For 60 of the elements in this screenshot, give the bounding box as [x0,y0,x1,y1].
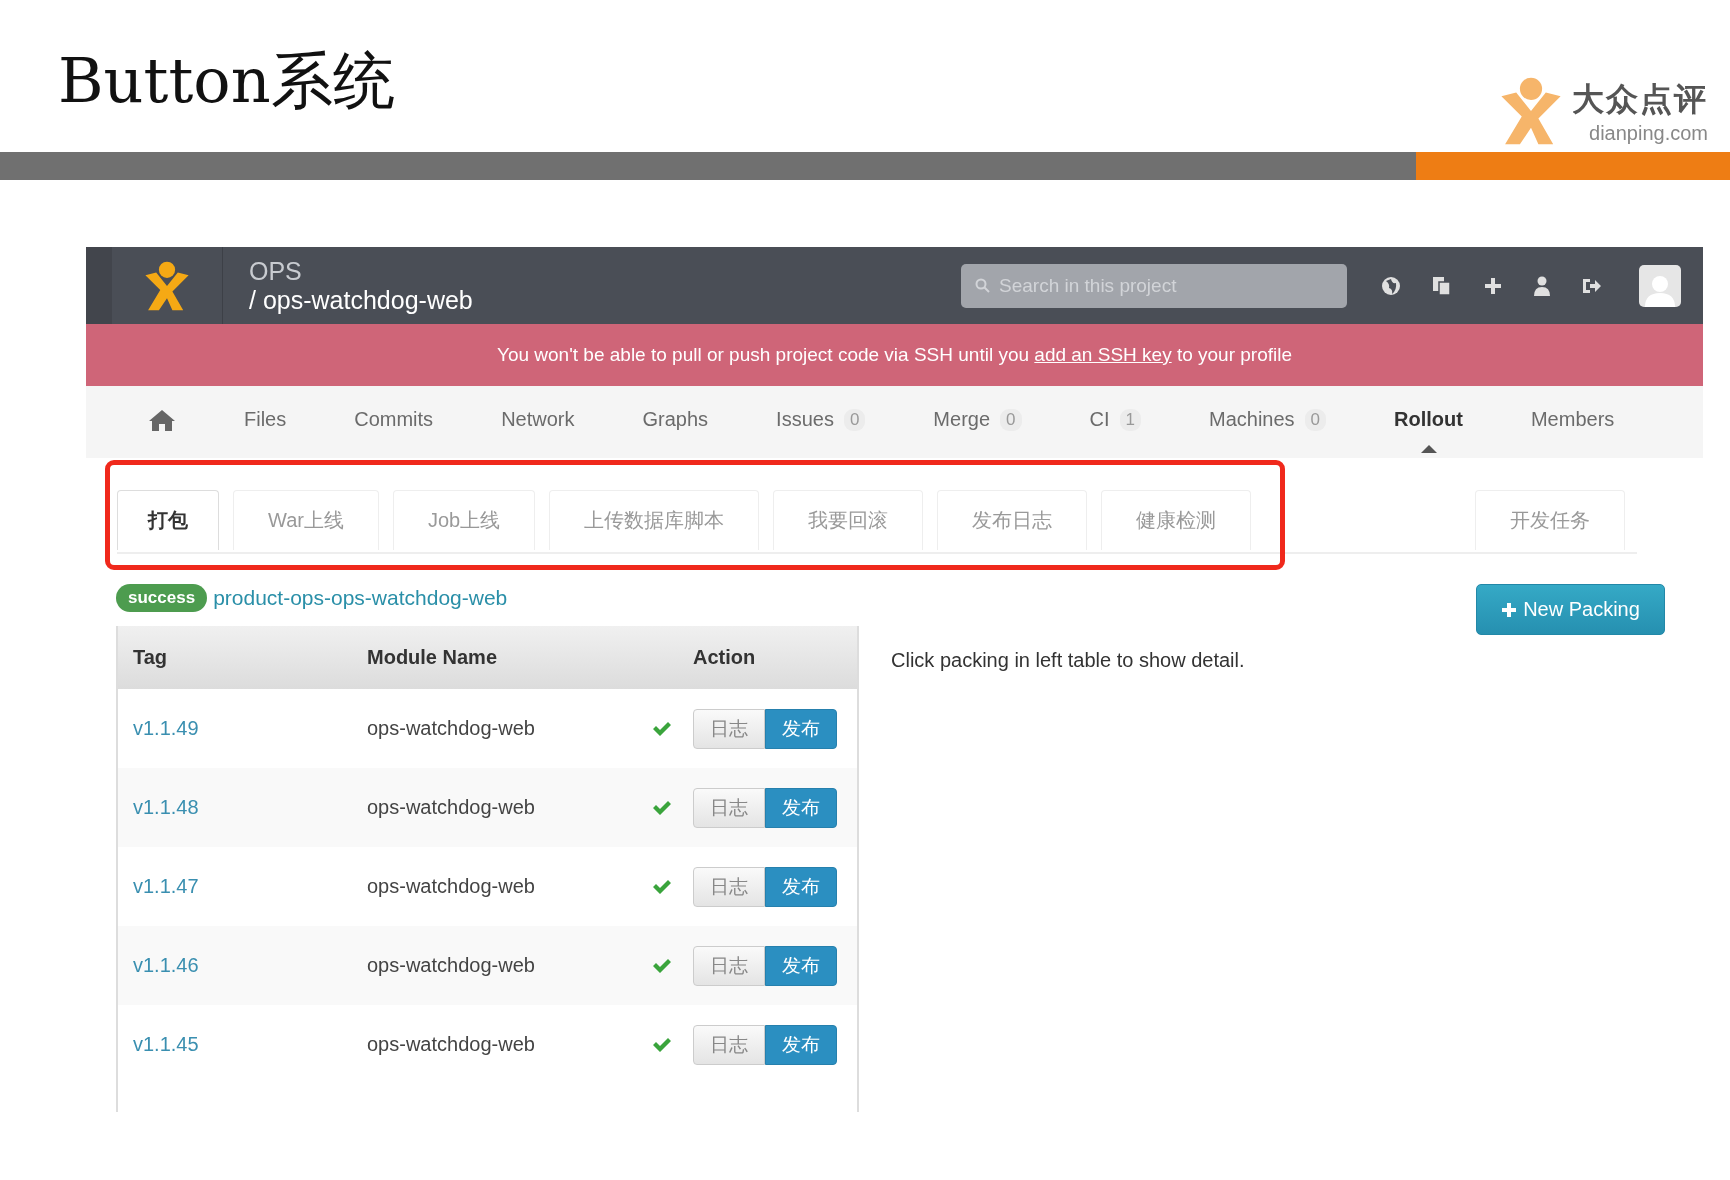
tag-link[interactable]: v1.1.46 [133,954,199,976]
publish-button[interactable]: 发布 [765,708,837,749]
tab[interactable]: War上线 [233,490,379,550]
log-button[interactable]: 日志 [693,945,765,986]
publish-button[interactable]: 发布 [765,787,837,828]
globe-icon[interactable] [1381,275,1401,296]
publish-button[interactable]: 发布 [765,1024,837,1065]
logout-icon[interactable] [1581,276,1601,295]
detail-hint: Click packing in left table to show detail. [891,649,1246,672]
log-button[interactable]: 日志 [693,866,765,907]
avatar[interactable] [1639,264,1681,307]
logo-name: 大众点评 [1572,79,1708,119]
tab[interactable]: 我要回滚 [773,490,924,550]
nav-tab[interactable]: Graphs [642,386,709,458]
plus-icon[interactable] [1483,275,1503,296]
log-button[interactable]: 日志 [693,1024,765,1065]
nav-tab[interactable]: Network [501,386,575,458]
nav-tab[interactable]: Commits [354,386,434,458]
module-name: ops-watchdog-web [367,717,536,740]
tab[interactable]: 上传数据库脚本 [549,490,760,550]
tag-link[interactable]: v1.1.48 [133,796,199,818]
project-breadcrumb: OPS / ops-watchdog-web [249,256,473,315]
tag-link[interactable]: v1.1.45 [133,1033,199,1055]
module-name: ops-watchdog-web [367,875,536,898]
slide-title: Button系统 [58,43,395,119]
nav-tab[interactable]: Machines 0 [1209,386,1327,458]
tag-link[interactable]: v1.1.47 [133,875,199,897]
search-icon [975,277,991,294]
plus-icon [1501,601,1518,618]
nav-tab[interactable]: Merge 0 [933,386,1022,458]
nav-tab[interactable]: CI 1 [1089,386,1141,458]
tab[interactable]: Job上线 [392,490,536,550]
home-icon [148,408,176,432]
column-header: Action [693,646,757,669]
module-name: ops-watchdog-web [367,796,536,819]
user-icon[interactable] [1533,275,1551,296]
tab[interactable]: 开发任务 [1475,490,1625,550]
nav-tab[interactable]: Members [1530,386,1615,458]
column-header: Tag [132,646,169,669]
new-packing-button[interactable]: New Packing [1476,584,1665,635]
tab[interactable]: 打包 [117,490,219,550]
publish-button[interactable]: 发布 [765,945,837,986]
publish-button[interactable]: 发布 [765,866,837,907]
tab[interactable]: 健康检测 [1101,490,1252,550]
nav-tab[interactable]: Rollout [1394,386,1463,458]
ssh-warning: You won't be able to pull or push project code via SSH until you add an SSH key to your profile [86,324,1703,386]
nav-tab[interactable]: Files [244,386,287,458]
nav-tab[interactable]: Issues 0 [776,386,866,458]
column-header: Module Name [367,646,499,669]
tab[interactable]: 发布日志 [937,490,1088,550]
module-name: ops-watchdog-web [367,954,536,977]
ssh-key-link[interactable]: add an SSH key [1034,344,1172,365]
tag-link[interactable]: v1.1.49 [133,717,199,739]
copy-icon[interactable] [1431,274,1453,297]
build-link[interactable]: product-ops-ops-watchdog-web [213,586,508,610]
logo-domain: dianping.com [1589,121,1708,145]
status-badge: success [116,584,208,612]
log-button[interactable]: 日志 [693,787,765,828]
module-name: ops-watchdog-web [367,1033,536,1056]
log-button[interactable]: 日志 [693,708,765,749]
